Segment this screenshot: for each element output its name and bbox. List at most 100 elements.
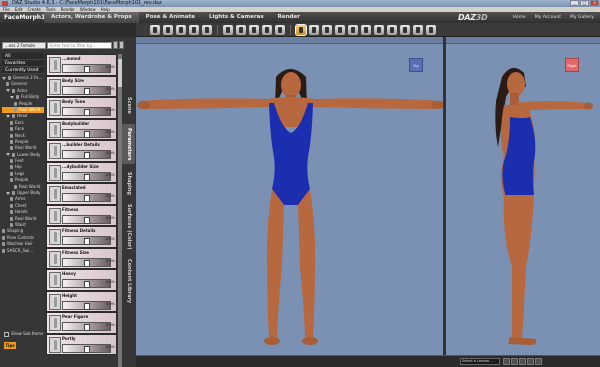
render-settings-icon[interactable] [262, 24, 272, 35]
joint-editor-icon[interactable] [361, 24, 371, 35]
render-icon[interactable] [249, 24, 259, 35]
front-viewport[interactable]: Top [136, 37, 443, 355]
spot-light-icon[interactable] [400, 24, 410, 35]
morph-slider[interactable]: Fitness Size 0.0% [46, 247, 117, 269]
figure-tool-icon[interactable] [426, 24, 436, 35]
slider-value[interactable]: 0.0% [106, 237, 115, 241]
morph-slider[interactable]: Pear Figure 0.0% [46, 312, 117, 334]
surface-selection-icon[interactable] [374, 24, 384, 35]
figure-select[interactable]: ...ess 2 Female [2, 42, 46, 49]
slider-track[interactable] [62, 193, 111, 202]
filter-input[interactable]: Enter text to filter by... [47, 42, 112, 49]
panel-menu-icon[interactable] [119, 41, 124, 49]
morph-slider[interactable]: Fitness Details 0.0% [46, 226, 117, 248]
slider-value[interactable]: 0.0% [106, 323, 115, 327]
camera-cube-icon[interactable]: Right [565, 58, 579, 72]
expand-arrow-icon[interactable] [6, 191, 10, 195]
expand-arrow-icon[interactable] [6, 89, 10, 93]
scale-tool-icon[interactable] [335, 24, 345, 35]
slider-value[interactable]: 0.0% [106, 130, 115, 134]
tree-item[interactable]: SASCR_Swi... [2, 248, 44, 254]
open-file-icon[interactable] [163, 24, 173, 35]
my-gallery-link[interactable]: My Gallery [570, 12, 594, 23]
slider-value[interactable]: 0.0% [106, 194, 115, 198]
slider-value[interactable]: 0.0% [106, 87, 115, 91]
morph-slider[interactable]: ...builder Details 0.0% [46, 140, 117, 162]
spotrender-icon[interactable] [275, 24, 285, 35]
tab-lights-cameras[interactable]: Lights & Cameras [202, 12, 271, 23]
lesson-menu-icon[interactable] [535, 358, 542, 365]
expand-arrow-icon[interactable] [6, 153, 10, 157]
rotate-tool-icon[interactable] [322, 24, 332, 35]
morph-slider[interactable]: Heavy 0.0% [46, 269, 117, 291]
merge-icon[interactable] [189, 24, 199, 35]
slider-value[interactable]: 0.0% [106, 108, 115, 112]
close-button[interactable]: x [590, 0, 599, 6]
slider-track[interactable] [62, 214, 111, 224]
slider-track[interactable] [62, 322, 111, 331]
save-icon[interactable] [176, 24, 186, 35]
slider-value[interactable]: 0.0% [106, 280, 115, 284]
tab-shaping[interactable]: Shaping [122, 168, 135, 198]
category-favorites[interactable]: Favorites [2, 60, 44, 67]
slider-track[interactable] [62, 150, 111, 159]
morph-slider[interactable]: Portly 0.0% [46, 333, 117, 355]
morph-slider[interactable]: Height 0.0% [46, 290, 117, 312]
slider-value[interactable]: 0.0% [106, 259, 115, 263]
slider-track[interactable] [62, 107, 111, 116]
morph-slider[interactable]: Fitness 0.0% [46, 204, 117, 226]
universal-tool-icon[interactable] [295, 23, 307, 36]
expand-arrow-icon[interactable] [2, 76, 6, 80]
slider-value[interactable]: 0.0% [106, 65, 115, 69]
import-icon[interactable] [202, 24, 212, 35]
tab-content-library[interactable]: Content Library [122, 256, 135, 306]
slider-track[interactable] [62, 85, 111, 95]
panel-options-icon[interactable] [113, 41, 118, 49]
tab-parameters[interactable]: Parameters [122, 124, 135, 164]
home-link[interactable]: Home [513, 12, 526, 23]
expand-arrow-icon[interactable] [6, 114, 10, 118]
slider-value[interactable]: 0.0% [106, 302, 115, 306]
slider-track[interactable] [62, 171, 111, 181]
camera-cube-icon[interactable]: Top [409, 58, 423, 72]
morph-slider[interactable]: ...dybuilder Size 0.0% [46, 161, 117, 183]
slider-track[interactable] [62, 257, 111, 267]
tab-render[interactable]: Render [271, 12, 307, 23]
redo-icon[interactable] [236, 24, 246, 35]
tab-actors-wardrobe-props[interactable]: Actors, Wardrobe & Props [44, 12, 139, 23]
show-sub-items-checkbox[interactable]: Show Sub Items [4, 331, 43, 337]
slider-value[interactable]: 0.0% [106, 345, 115, 349]
tab-surfaces-color[interactable]: Surfaces (Color) [122, 202, 135, 252]
expand-arrow-icon[interactable] [10, 95, 14, 99]
lesson-select[interactable]: Select a Lesson... [460, 358, 500, 365]
category-currently-used[interactable]: Currently Used [2, 67, 44, 74]
tab-pose-animate[interactable]: Pose & Animate [139, 12, 202, 23]
slider-track[interactable] [62, 279, 111, 288]
morph-slider[interactable]: ...mmed 0.0% [46, 54, 117, 76]
morph-slider[interactable]: Body Tone 0.0% [46, 97, 117, 119]
morph-slider[interactable]: Body Size 0.0% [46, 75, 117, 97]
slider-track[interactable] [62, 343, 111, 353]
morph-slider[interactable]: Emaciated 0.0% [46, 183, 117, 205]
tips-button[interactable]: Tips [4, 342, 16, 349]
slider-value[interactable]: 0.0% [106, 151, 115, 155]
side-viewport[interactable]: Right [446, 37, 600, 355]
slider-track[interactable] [62, 64, 111, 73]
translate-tool-icon[interactable] [309, 24, 319, 35]
lesson-prev-icon[interactable] [503, 358, 510, 365]
lesson-stop-icon[interactable] [527, 358, 534, 365]
maximize-button[interactable]: □ [580, 0, 589, 6]
tab-scene[interactable]: Scene [122, 90, 135, 120]
category-all[interactable]: All [2, 53, 44, 60]
node-weight-icon[interactable] [348, 24, 358, 35]
minimize-button[interactable]: _ [570, 0, 579, 6]
slider-value[interactable]: 0.0% [106, 173, 115, 177]
camera-tool-icon[interactable] [387, 24, 397, 35]
slider-track[interactable] [62, 300, 111, 310]
lesson-next-icon[interactable] [519, 358, 526, 365]
slider-track[interactable] [62, 236, 111, 245]
my-account-link[interactable]: My Account [535, 12, 561, 23]
lesson-play-icon[interactable] [511, 358, 518, 365]
slider-value[interactable]: 0.0% [106, 216, 115, 220]
point-light-icon[interactable] [413, 24, 423, 35]
